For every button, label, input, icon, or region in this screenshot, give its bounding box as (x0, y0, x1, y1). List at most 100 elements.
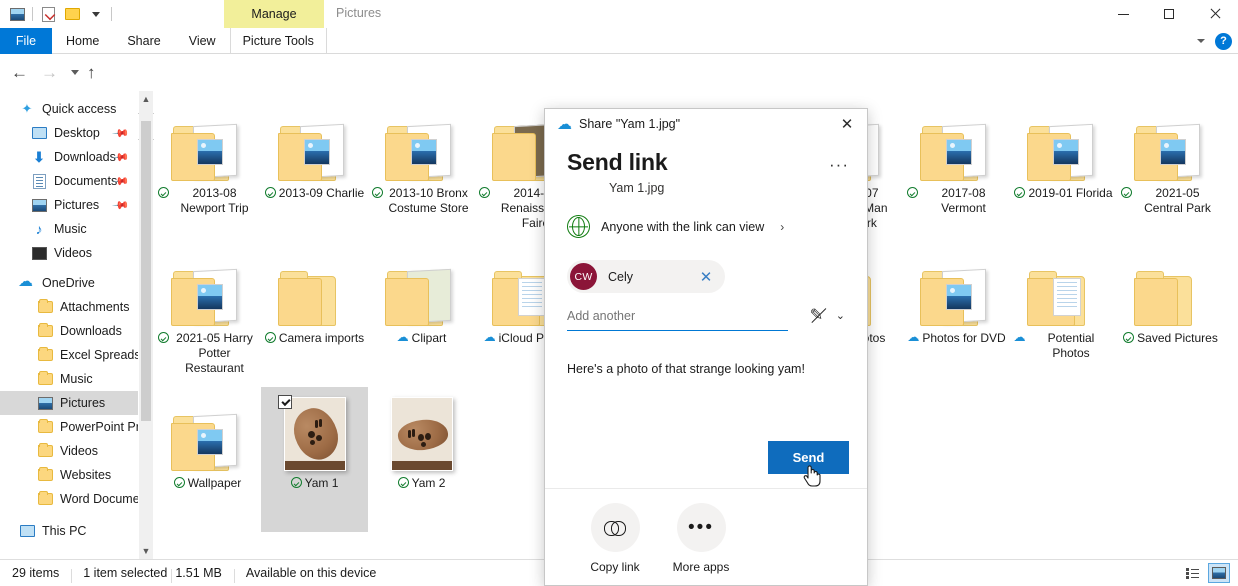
chevron-down-icon[interactable] (1197, 39, 1205, 43)
list-item-yam-1[interactable]: Yam 1 (261, 387, 368, 532)
tab-share[interactable]: Share (113, 28, 174, 54)
list-item[interactable]: 2019-01 Florida (1010, 97, 1117, 242)
sidebar-item-excel-spreadsheets[interactable]: Excel Spreadsheets (0, 343, 138, 367)
minimize-button[interactable] (1100, 0, 1146, 28)
more-apps-button[interactable]: ••• More apps (673, 503, 729, 585)
sidebar-item-desktop[interactable]: Desktop 📌 (0, 121, 138, 145)
list-item-yam-2[interactable]: Yam 2 (368, 387, 475, 532)
list-item[interactable]: Wallpaper (154, 387, 261, 532)
navigation-pane-scrollbar[interactable]: ▲ ▼ (139, 91, 153, 559)
more-options-icon[interactable]: ··· (825, 153, 853, 177)
tab-picture-tools[interactable]: Picture Tools (229, 28, 327, 54)
sidebar-item-attachments[interactable]: Attachments (0, 295, 138, 319)
navigation-pane[interactable]: ✦ Quick access Desktop 📌 ⬇ Downloads 📌 D… (0, 91, 138, 559)
list-item-label: Wallpaper (187, 476, 242, 490)
pin-icon: 📌 (111, 196, 130, 215)
large-icons-view-button[interactable] (1208, 563, 1230, 583)
link-permission-button[interactable]: Anyone with the link can view › (567, 215, 845, 238)
selection-checkbox[interactable] (277, 395, 292, 409)
back-button[interactable] (6, 60, 32, 84)
close-button[interactable] (1192, 0, 1238, 28)
sidebar-item-onedrive-pictures[interactable]: Pictures (0, 391, 138, 415)
tab-share-label: Share (127, 34, 161, 48)
sidebar-item-word-documents[interactable]: Word Documents (0, 487, 138, 511)
new-folder-icon[interactable] (63, 5, 81, 23)
list-item[interactable]: 2013-10 Bronx Costume Store (368, 97, 475, 242)
sidebar-item-onedrive-videos[interactable]: Videos (0, 439, 138, 463)
tab-home[interactable]: Home (52, 28, 113, 54)
sidebar-item-powerpoint-presentations[interactable]: PowerPoint Presentations (0, 415, 138, 439)
contextual-tab-group-manage[interactable]: Manage (224, 0, 324, 28)
sidebar-group-onedrive[interactable]: OneDrive (0, 271, 138, 295)
forward-button[interactable] (36, 60, 62, 84)
sidebar-group-quick-access[interactable]: ✦ Quick access (0, 97, 138, 121)
tab-view[interactable]: View (175, 28, 230, 54)
customize-caret-icon[interactable] (87, 5, 105, 23)
list-item[interactable]: Camera imports (261, 242, 368, 387)
sidebar-item-onedrive-downloads[interactable]: Downloads (0, 319, 138, 343)
list-item[interactable]: 2021-05 Harry Potter Restaurant (154, 242, 261, 387)
close-icon[interactable]: ✕ (827, 109, 867, 139)
maximize-button[interactable] (1146, 0, 1192, 28)
list-item[interactable]: ☁ Potential Photos (1010, 242, 1117, 387)
tab-file[interactable]: File (0, 28, 52, 54)
sidebar-item-music[interactable]: ♪ Music (0, 217, 138, 241)
recipient-chip[interactable]: CW Cely ✕ (567, 260, 725, 293)
sidebar-item-desktop-label: Desktop (54, 126, 100, 140)
pencil-slash-icon[interactable] (810, 305, 827, 325)
details-view-icon (1186, 568, 1200, 579)
globe-icon (567, 215, 590, 238)
sidebar-item-websites-label: Websites (60, 468, 112, 482)
folder-thumbnail (918, 103, 996, 181)
sidebar-item-videos[interactable]: Videos (0, 241, 138, 265)
folder-thumbnail (1025, 248, 1103, 326)
scrollbar-thumb[interactable] (141, 121, 151, 421)
explorer-icon[interactable] (8, 5, 26, 23)
share-message[interactable]: Here's a photo of that strange looking y… (567, 362, 845, 376)
scroll-down-icon[interactable]: ▼ (139, 543, 153, 559)
chevron-down-icon[interactable]: ⌄ (836, 309, 845, 322)
help-icon[interactable]: ? (1215, 32, 1232, 50)
share-file-name: Yam 1.jpg (609, 181, 665, 195)
remove-recipient-icon[interactable]: ✕ (691, 262, 721, 292)
help-label: ? (1220, 35, 1227, 47)
folder-icon (36, 323, 54, 339)
sidebar-item-websites[interactable]: Websites (0, 463, 138, 487)
sidebar-item-pictures[interactable]: Pictures 📌 (0, 193, 138, 217)
sidebar-item-documents[interactable]: Documents 📌 (0, 169, 138, 193)
list-item[interactable]: Saved Pictures (1117, 242, 1224, 387)
tab-home-label: Home (66, 34, 100, 48)
share-dialog[interactable]: ☁ Share "Yam 1.jpg" ✕ Send link ··· Yam … (544, 108, 868, 586)
sidebar-item-documents-label: Documents (54, 174, 118, 188)
list-item[interactable]: 2013-09 Charlie (261, 97, 368, 242)
scroll-up-icon[interactable]: ▲ (139, 91, 153, 107)
sidebar-group-this-pc-label: This PC (42, 524, 87, 538)
sidebar-item-pictures-label: Pictures (54, 198, 100, 212)
list-item[interactable]: 2017-08 Vermont (903, 97, 1010, 242)
sync-status-icon (264, 187, 276, 198)
list-item-label: Clipart (411, 331, 447, 345)
list-item-label: 2021-05 Harry Potter Restaurant (176, 331, 253, 375)
list-item[interactable]: ☁ Photos for DVD (903, 242, 1010, 387)
sync-status-icon (157, 332, 169, 343)
sync-status-icon (1120, 187, 1132, 198)
qat-divider-2 (111, 7, 112, 21)
up-button[interactable] (82, 60, 108, 84)
add-another-input[interactable] (567, 305, 788, 331)
sidebar-item-downloads[interactable]: ⬇ Downloads 📌 (0, 145, 138, 169)
folder-icon (36, 467, 54, 483)
properties-icon[interactable] (39, 5, 57, 23)
share-dialog-footer: Copy link ••• More apps (545, 488, 867, 585)
address-bar: › OneDrive › Pictures ↻ Search Pictures (0, 55, 1238, 140)
details-view-button[interactable] (1182, 563, 1204, 583)
window-title: Pictures (336, 6, 382, 20)
sidebar-item-onedrive-music[interactable]: Music (0, 367, 138, 391)
sync-status-icon (906, 187, 918, 198)
list-item[interactable]: 2021-05 Central Park (1117, 97, 1224, 242)
sync-status-icon (290, 477, 302, 488)
list-item[interactable]: ☁ Clipart (368, 242, 475, 387)
list-item[interactable]: 2013-08 Newport Trip (154, 97, 261, 242)
copy-link-button[interactable]: Copy link (589, 503, 641, 585)
sync-status-icon (397, 477, 409, 488)
sidebar-group-this-pc[interactable]: This PC (0, 519, 138, 543)
